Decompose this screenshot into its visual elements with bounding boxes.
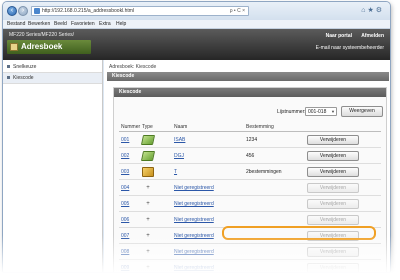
delete-button[interactable]: Verwijderen xyxy=(307,151,359,161)
email-icon xyxy=(140,151,156,161)
entry-number-link[interactable]: 004 xyxy=(121,185,129,191)
email-icon xyxy=(140,135,156,145)
browser-toolbar-icons[interactable]: ⌂★⚙ xyxy=(361,6,384,14)
bottom-fade xyxy=(0,235,400,280)
address-actions[interactable]: ρ • C × xyxy=(230,8,245,14)
menu-item-bewerken[interactable]: Bewerken xyxy=(28,21,50,27)
title-band: Adresboek xyxy=(7,40,91,54)
delete-button: Verwijderen xyxy=(307,215,359,225)
entry-number-link[interactable]: 001 xyxy=(121,137,129,143)
breadcrumb: Adresboek: Kiescode xyxy=(109,64,157,70)
page-title-band: Kiescode xyxy=(107,72,389,81)
page-icon xyxy=(34,8,40,14)
menu-bar: Bestand Bewerken Beeld Favorieten Extra … xyxy=(3,20,390,29)
list-number-select[interactable]: 001-018 ▼ xyxy=(305,107,337,116)
sidebar-item-label: Snelkeuze xyxy=(13,64,37,70)
list-number-label: Lijstnummer: xyxy=(277,109,306,115)
entry-destination: 456 xyxy=(246,153,255,159)
table-row: 003 T 2bestemmingen Verwijderen xyxy=(119,164,381,180)
back-icon[interactable]: ‹ xyxy=(7,6,17,16)
address-bar-row: ‹ › http://192.168.0.215/a_addressbookl.… xyxy=(3,2,390,20)
show-button[interactable]: Weergeven xyxy=(341,106,383,117)
entry-name-link[interactable]: DGJ xyxy=(174,153,184,159)
bullet-icon xyxy=(7,76,10,79)
sidebar-item-snelkeuze[interactable]: Snelkeuze xyxy=(3,62,102,73)
plus-icon: + xyxy=(146,217,150,223)
column-header-name: Naam xyxy=(174,124,188,130)
entry-name-link[interactable]: Niet geregistreerd xyxy=(174,201,214,207)
delete-button[interactable]: Verwijderen xyxy=(307,135,359,145)
entry-number-link[interactable]: 003 xyxy=(121,169,129,175)
page-header-title: Adresboek xyxy=(21,42,63,51)
delete-button: Verwijderen xyxy=(307,199,359,209)
table-row: 002 DGJ 456 Verwijderen xyxy=(119,148,381,164)
menu-item-beeld[interactable]: Beeld xyxy=(54,21,67,27)
entry-name-link[interactable]: Niet geregistreerd xyxy=(174,185,214,191)
sidebar-item-kiescode[interactable]: Kiescode xyxy=(3,73,102,84)
list-number-value: 001-018 xyxy=(308,109,327,115)
menu-item-favorieten[interactable]: Favorieten xyxy=(71,21,95,27)
admin-mail-link[interactable]: E-mail naar systeembeheerder xyxy=(316,45,384,51)
url-text[interactable]: http://192.168.0.215/a_addressbookl.html xyxy=(42,8,134,14)
entry-name-link[interactable]: T xyxy=(174,169,177,175)
group-icon xyxy=(142,167,154,177)
table-row: 001 ISAB 1234 Verwijderen xyxy=(119,132,381,148)
app-header: MF220 Series/MF220 Series/ Adresboek Naa… xyxy=(3,29,390,60)
entry-name-link[interactable]: Niet geregistreerd xyxy=(174,217,214,223)
panel-title: Kiescode xyxy=(119,89,142,95)
delete-button[interactable]: Verwijderen xyxy=(307,167,359,177)
delete-button: Verwijderen xyxy=(307,183,359,193)
column-header-destination: Bestemming xyxy=(246,124,274,130)
table-row: 004 + Niet geregistreerd Verwijderen xyxy=(119,180,381,196)
forward-icon[interactable]: › xyxy=(18,6,28,16)
entry-destination: 2bestemmingen xyxy=(246,169,282,175)
device-series: MF220 Series/MF220 Series/ xyxy=(9,32,75,38)
menu-item-help[interactable]: Help xyxy=(116,21,126,27)
panel-title-band: Kiescode xyxy=(114,88,386,97)
chevron-down-icon: ▼ xyxy=(331,109,335,114)
browser-window: ‹ › http://192.168.0.215/a_addressbookl.… xyxy=(2,1,391,273)
page-title: Kiescode xyxy=(112,73,135,79)
portal-link[interactable]: Naar portal xyxy=(326,33,352,39)
menu-item-extra[interactable]: Extra xyxy=(99,21,111,27)
plus-icon: + xyxy=(146,201,150,207)
sidebar-item-label: Kiescode xyxy=(13,75,34,81)
entry-number-link[interactable]: 006 xyxy=(121,217,129,223)
menu-item-bestand[interactable]: Bestand xyxy=(7,21,25,27)
column-header-number: Nummer xyxy=(121,124,141,130)
address-bar[interactable]: http://192.168.0.215/a_addressbookl.html… xyxy=(31,6,249,16)
entry-number-link[interactable]: 005 xyxy=(121,201,129,207)
address-book-icon xyxy=(10,43,18,51)
bullet-icon xyxy=(7,65,10,68)
entry-name-link[interactable]: ISAB xyxy=(174,137,185,143)
entry-number-link[interactable]: 002 xyxy=(121,153,129,159)
entry-destination: 1234 xyxy=(246,137,258,143)
column-header-type: Type xyxy=(142,124,153,130)
logout-link[interactable]: Afmelden xyxy=(361,33,384,39)
table-row: 005 + Niet geregistreerd Verwijderen xyxy=(119,196,381,212)
plus-icon: + xyxy=(146,185,150,191)
